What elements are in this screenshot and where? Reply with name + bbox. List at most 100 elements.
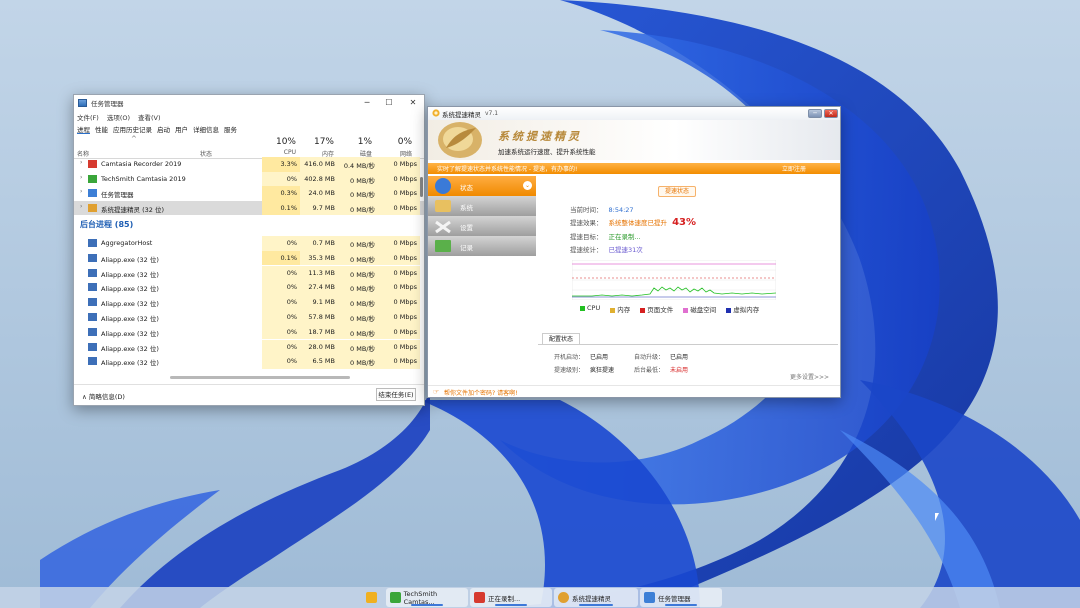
tab-bar: 进程 性能 应用历史记录 启动 用户 详细信息 服务 — [77, 124, 237, 134]
process-disk: 0 MB/秒 — [350, 300, 375, 309]
info-target: 提速目标： 正在录制... — [570, 231, 641, 241]
expand-chevron-icon[interactable]: › — [80, 188, 82, 195]
status-heading: 提速状态 — [658, 186, 696, 197]
taskbar-camtasia[interactable]: TechSmith Camtas... — [386, 588, 468, 607]
background-process-row[interactable]: Aliapp.exe (32 位) 0% 9.1 MB 0 MB/秒 0 Mbps — [74, 295, 424, 310]
menu-file[interactable]: 文件(F) — [77, 112, 99, 122]
background-processes-group[interactable]: 后台进程 (85) — [80, 219, 133, 230]
taskbar-recorder[interactable]: 正在录制... — [470, 588, 552, 607]
status-panel: 提速状态 当前时间： 8:54:27 提速效果： 系统整体速度已提升 43% 提速目… — [538, 176, 838, 384]
mouse-cursor-icon — [935, 513, 943, 521]
vertical-scrollbar[interactable] — [420, 177, 423, 197]
process-cpu: 0% — [286, 298, 297, 307]
speedup-titlebar[interactable]: 系统提速精灵 v7.1 ─ ✕ — [428, 107, 840, 120]
process-icon — [88, 342, 97, 351]
close-icon[interactable]: ✕ — [824, 109, 838, 118]
process-icon — [88, 253, 97, 262]
config-level-label: 提速级别： — [554, 367, 585, 374]
process-cpu: 0.1% — [280, 203, 297, 212]
maximize-icon[interactable]: ☐ — [380, 97, 398, 108]
background-process-row[interactable]: Aliapp.exe (32 位) 0% 18.7 MB 0 MB/秒 0 Mbps — [74, 324, 424, 340]
process-icon — [88, 189, 97, 197]
taskbar-task-manager-label: 任务管理器 — [658, 594, 691, 603]
taskbar: TechSmith Camtas... 正在录制... 系统提速精灵 任务管理器 — [0, 587, 1080, 608]
expand-chevron-icon[interactable]: › — [80, 174, 82, 181]
process-name: Aliapp.exe (32 位) — [101, 270, 159, 279]
tab-startup[interactable]: 启动 — [157, 124, 170, 134]
process-cpu: 0% — [286, 342, 297, 351]
process-icon — [88, 313, 97, 321]
tab-users[interactable]: 用户 — [175, 124, 188, 134]
app-process-row[interactable]: › TechSmith Camtasia 2019 0% 402.8 MB 0 MB/秒… — [74, 171, 424, 186]
tab-performance[interactable]: 性能 — [95, 124, 108, 134]
menu-options[interactable]: 选项(O) — [107, 112, 130, 122]
speedup-window[interactable]: 系统提速精灵 v7.1 ─ ✕ 系统提速精灵 加速系统运行速度、提升系统性能 实… — [427, 106, 841, 398]
info-effect-value: 系统整体速度已提升 — [608, 219, 668, 227]
cpu-total[interactable]: 10% — [262, 137, 296, 147]
expand-chevron-icon[interactable]: › — [80, 203, 82, 210]
process-disk: 0 MB/秒 — [350, 191, 375, 199]
process-mem: 24.0 MB — [308, 189, 335, 197]
process-name: Aliapp.exe (32 位) — [101, 315, 159, 323]
task-manager-titlebar[interactable]: 任务管理器 ─ ☐ ✕ — [74, 95, 424, 110]
tab-app-history[interactable]: 应用历史记录 — [113, 124, 152, 134]
process-cpu: 0.1% — [280, 253, 297, 262]
menu-view[interactable]: 查看(V) — [138, 112, 161, 122]
config-background-label: 后台最低： — [634, 367, 665, 374]
process-net: 0 Mbps — [393, 342, 417, 351]
process-net: 0 Mbps — [393, 357, 417, 366]
minimize-icon[interactable]: ─ — [358, 97, 376, 108]
background-process-row[interactable]: Aliapp.exe (32 位) 0% 28.0 MB 0 MB/秒 0 Mbps — [74, 339, 424, 355]
disk-total[interactable]: 1% — [338, 137, 372, 147]
footer-promo-link[interactable]: 帮你文件加个密码? 请客啊! — [444, 388, 518, 397]
process-name: Camtasia Recorder 2019 — [101, 160, 182, 168]
speedup-brand: 系统提速精灵 — [498, 130, 582, 143]
process-disk: 0 MB/秒 — [350, 315, 375, 323]
process-net: 0 Mbps — [393, 298, 417, 307]
tab-processes[interactable]: 进程 — [77, 124, 90, 134]
config-level-value: 疯狂提速 — [590, 367, 615, 374]
taskbar-file-explorer[interactable] — [362, 588, 384, 607]
config-background-value: 未启用 — [670, 367, 689, 374]
task-manager-icon — [78, 98, 87, 107]
config-tab[interactable]: 配置状态 — [542, 333, 580, 344]
minimize-icon[interactable]: ─ — [808, 109, 822, 118]
end-task-button[interactable]: 结束任务(E) — [376, 388, 416, 401]
app-process-row[interactable]: › Camtasia Recorder 2019 3.3% 416.0 MB 0.4 M… — [74, 157, 424, 172]
tab-services[interactable]: 服务 — [224, 124, 237, 134]
process-disk: 0 MB/秒 — [350, 176, 375, 185]
background-process-row[interactable]: AggregatorHost 0% 0.7 MB 0 MB/秒 0 Mbps — [74, 236, 424, 251]
close-icon[interactable]: ✕ — [404, 97, 422, 108]
net-total[interactable]: 0% — [378, 137, 412, 147]
expand-chevron-icon[interactable]: › — [80, 159, 82, 166]
mem-total[interactable]: 17% — [300, 137, 334, 147]
legend-disk: 磁盘空间 — [683, 304, 716, 314]
background-process-row[interactable]: Aliapp.exe (32 位) 0% 57.8 MB 0 MB/秒 0 Mbps — [74, 310, 424, 325]
process-cpu: 0.3% — [280, 189, 297, 197]
app-process-row[interactable]: › 系统提速精灵 (32 位) 0.1% 9.7 MB 0 MB/秒 0 Mbps — [74, 200, 424, 215]
background-process-row[interactable]: Aliapp.exe (32 位) 0% 11.3 MB 0 MB/秒 0 Mbps — [74, 265, 424, 281]
process-name: 系统提速精灵 (32 位) — [101, 205, 164, 214]
task-manager-window[interactable]: 任务管理器 ─ ☐ ✕ 文件(F) 选项(O) 查看(V) 进程 性能 应用历史… — [73, 94, 425, 406]
background-process-row[interactable]: Aliapp.exe (32 位) 0% 27.4 MB 0 MB/秒 0 Mbps — [74, 280, 424, 295]
app-process-row[interactable]: › 任务管理器 0.3% 24.0 MB 0 MB/秒 0 Mbps — [74, 186, 424, 201]
taskbar-task-manager[interactable]: 任务管理器 — [640, 588, 722, 607]
more-settings-link[interactable]: 更多设置>>> — [790, 372, 829, 381]
tab-details[interactable]: 详细信息 — [193, 124, 219, 134]
config-level: 提速级别： 疯狂提速 — [554, 365, 614, 374]
process-net: 0 Mbps — [393, 239, 417, 247]
process-icon — [88, 174, 97, 183]
legend-pagefile-label: 页面文件 — [647, 306, 674, 314]
process-name: TechSmith Camtasia 2019 — [101, 174, 186, 183]
background-process-row[interactable]: Aliapp.exe (32 位) 0% 6.5 MB 0 MB/秒 0 Mbps — [74, 354, 424, 369]
speedup-title: 系统提速精灵 — [442, 110, 481, 119]
less-details-button[interactable]: ∧ 简略信息(D) — [82, 391, 125, 401]
task-manager-icon — [644, 592, 655, 603]
register-link[interactable]: 立即注册 — [782, 164, 806, 173]
taskbar-speedup[interactable]: 系统提速精灵 — [554, 588, 638, 607]
horizontal-scrollbar[interactable] — [170, 376, 350, 379]
background-process-row[interactable]: Aliapp.exe (32 位) 0.1% 35.3 MB 0 MB/秒 0 Mbps — [74, 250, 424, 266]
chevron-down-icon: ⌄ — [523, 181, 532, 190]
globe-icon — [435, 178, 451, 194]
process-cpu: 0% — [286, 357, 297, 366]
